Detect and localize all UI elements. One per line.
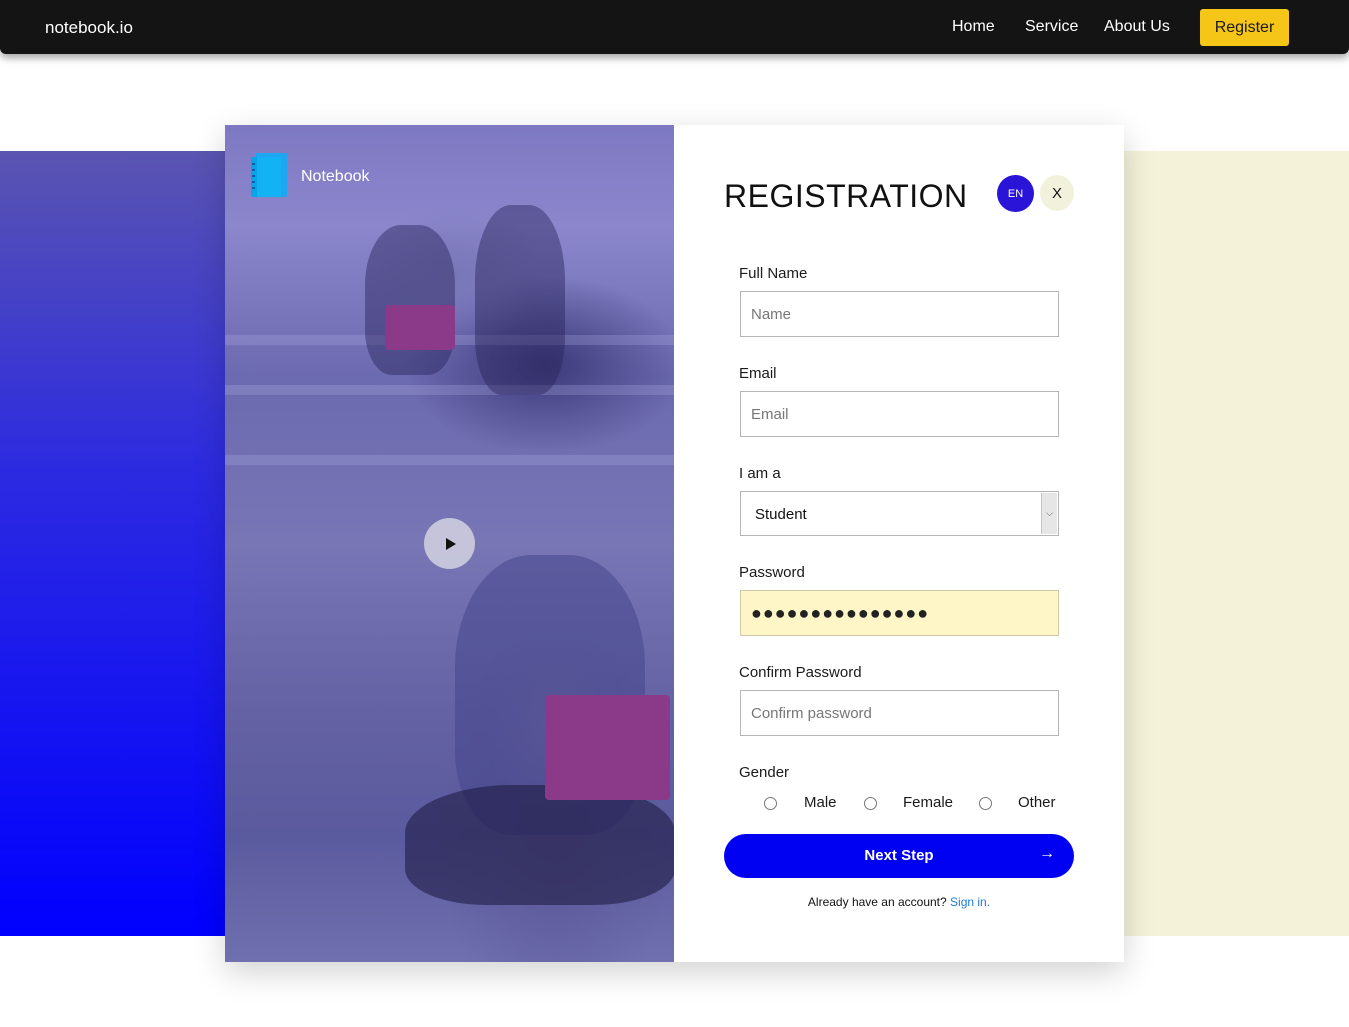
language-toggle-button[interactable]: EN xyxy=(997,175,1034,212)
photo-detail xyxy=(225,385,674,395)
next-step-button[interactable]: Next Step → xyxy=(724,834,1074,878)
register-button[interactable]: Register xyxy=(1200,9,1289,46)
signin-text: Already have an account? xyxy=(807,895,947,909)
chevron-down-icon[interactable]: ⌵ xyxy=(1041,493,1057,534)
gender-radio-female[interactable] xyxy=(864,797,877,810)
top-navbar: notebook.io Home Service About Us Regist… xyxy=(0,0,1349,54)
brand-logo-text[interactable]: notebook.io xyxy=(45,18,133,38)
gender-option-other[interactable]: Other xyxy=(1018,794,1056,811)
role-selected-value: Student xyxy=(755,506,807,523)
password-input[interactable] xyxy=(740,590,1059,636)
photo-detail xyxy=(385,305,455,350)
play-video-button[interactable] xyxy=(424,518,475,569)
nav-link-home[interactable]: Home xyxy=(952,18,995,36)
confirm-password-input[interactable] xyxy=(740,690,1059,736)
photo-detail xyxy=(545,695,670,800)
signin-prompt: Already have an account? Sign in. xyxy=(724,895,1074,909)
gender-option-male[interactable]: Male xyxy=(804,794,837,811)
email-input[interactable] xyxy=(740,391,1059,437)
photo-detail xyxy=(405,785,674,905)
full-name-label: Full Name xyxy=(739,265,808,282)
close-button[interactable]: X xyxy=(1040,175,1074,211)
registration-card: Notebook REGISTRATION EN X Full Name Ema… xyxy=(225,125,1124,962)
photo-detail xyxy=(225,455,674,465)
logo-name: Notebook xyxy=(301,168,370,185)
email-label: Email xyxy=(739,365,777,382)
confirm-password-label: Confirm Password xyxy=(739,664,862,681)
photo-detail xyxy=(365,225,455,375)
nav-link-about-us[interactable]: About Us xyxy=(1104,18,1170,36)
gender-radio-other[interactable] xyxy=(979,797,992,810)
play-icon xyxy=(446,537,456,550)
signin-link[interactable]: Sign in. xyxy=(950,895,990,909)
photo-detail xyxy=(475,205,565,395)
notebook-logo-icon xyxy=(249,151,289,199)
gender-radio-male[interactable] xyxy=(764,797,777,810)
nav-link-service[interactable]: Service xyxy=(1025,18,1078,36)
page-title: REGISTRATION xyxy=(724,178,968,214)
gender-option-female[interactable]: Female xyxy=(903,794,953,811)
full-name-input[interactable] xyxy=(740,291,1059,337)
hero-video-thumbnail: Notebook xyxy=(225,125,674,962)
gender-label: Gender xyxy=(739,764,790,781)
role-select[interactable]: Student ⌵ xyxy=(740,491,1059,536)
next-step-label: Next Step xyxy=(864,847,934,864)
password-label: Password xyxy=(739,564,805,581)
arrow-right-icon: → xyxy=(1039,845,1055,862)
gradient-background-left xyxy=(0,151,230,936)
role-label: I am a xyxy=(739,465,781,482)
background-panel-right xyxy=(1120,151,1349,936)
